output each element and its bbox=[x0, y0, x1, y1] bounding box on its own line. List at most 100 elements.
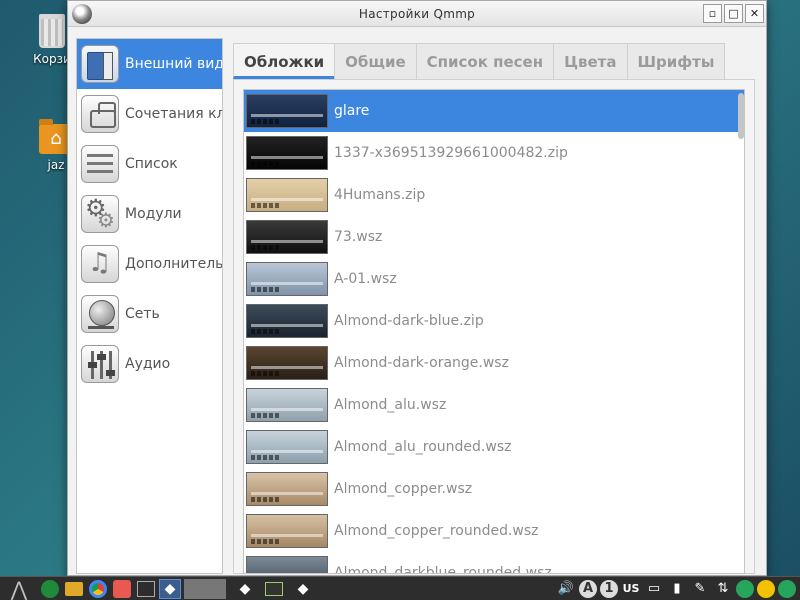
skin-thumbnail bbox=[246, 304, 328, 338]
taskbar-task-empty[interactable] bbox=[184, 578, 226, 599]
skin-thumbnail bbox=[246, 472, 328, 506]
qmmp-icon: ◆ bbox=[239, 580, 251, 597]
skin-thumbnail bbox=[246, 262, 328, 296]
terminal-window-icon bbox=[265, 581, 283, 596]
sidebar-item-label: Сеть bbox=[125, 306, 160, 322]
settings-sidebar: Внешний вид Сочетания клавиш Список Моду… bbox=[76, 38, 223, 574]
taskbar-task-qmmp[interactable]: ◆ bbox=[234, 579, 256, 599]
show-desktop-icon bbox=[137, 580, 155, 597]
sidebar-item-network[interactable]: Сеть bbox=[77, 289, 222, 339]
skin-thumbnail bbox=[246, 388, 328, 422]
skin-row[interactable]: glare bbox=[244, 90, 744, 132]
skin-row[interactable]: Almond_copper.wsz bbox=[244, 468, 744, 510]
taskbar: ⋀ ◆ ◆ ◆ 🔊 A 1 US ▭ ▮ ✎ ⇅ bbox=[0, 576, 800, 600]
tray-badge-a[interactable]: A bbox=[579, 579, 597, 598]
skin-name: Almond_alu.wsz bbox=[334, 397, 447, 413]
paint-icon bbox=[113, 579, 131, 598]
skin-name: Almond_darkblue_rounded.wsz bbox=[334, 565, 552, 574]
close-button[interactable]: ✕ bbox=[745, 4, 764, 23]
show-desktop-button[interactable] bbox=[135, 579, 157, 599]
skin-row[interactable]: 73.wsz bbox=[244, 216, 744, 258]
skin-name: 4Humans.zip bbox=[334, 187, 426, 203]
file-manager-icon bbox=[65, 581, 83, 596]
tab-general[interactable]: Общие bbox=[334, 43, 417, 79]
skin-thumbnail bbox=[246, 178, 328, 212]
maximize-button[interactable]: □ bbox=[724, 4, 743, 23]
tab-playlist[interactable]: Список песен bbox=[415, 43, 555, 79]
qmmp-app-icon[interactable] bbox=[72, 4, 92, 24]
playlist-icon bbox=[81, 145, 119, 183]
taskbar-task-qmmp-settings[interactable]: ◆ bbox=[159, 578, 181, 599]
title-bar[interactable]: Настройки Qmmp ▫ □ ✕ bbox=[68, 1, 766, 27]
tab-fonts[interactable]: Шрифты bbox=[626, 43, 726, 79]
sidebar-item-label: Сочетания клавиш bbox=[125, 106, 222, 122]
skin-list-scrollbar[interactable] bbox=[738, 93, 744, 139]
sidebar-item-label: Список bbox=[125, 156, 178, 172]
settings-tabs: Обложки Общие Список песен Цвета Шрифты bbox=[233, 43, 726, 79]
settings-window: Настройки Qmmp ▫ □ ✕ Внешний вид Сочетан… bbox=[67, 0, 767, 576]
appearance-icon bbox=[81, 45, 119, 83]
chrome-launcher[interactable] bbox=[87, 579, 109, 599]
qmmp-task-icon: ◆ bbox=[164, 580, 176, 597]
skin-row[interactable]: Almond-dark-blue.zip bbox=[244, 300, 744, 342]
network-icon bbox=[81, 295, 119, 333]
skin-row[interactable]: Almond-dark-orange.wsz bbox=[244, 342, 744, 384]
battery-icon[interactable]: ▮ bbox=[667, 579, 687, 599]
taskbar-task-terminal[interactable] bbox=[263, 579, 285, 599]
sidebar-item-audio[interactable]: Аудио bbox=[77, 339, 222, 389]
clipboard-icon[interactable]: ✎ bbox=[690, 579, 710, 599]
taskbar-task-qmmp-2[interactable]: ◆ bbox=[292, 579, 314, 599]
plugins-icon bbox=[81, 195, 119, 233]
minimize-button[interactable]: ▫ bbox=[703, 4, 722, 23]
network-tray-icon[interactable]: ⇅ bbox=[713, 579, 733, 599]
audio-icon bbox=[81, 345, 119, 383]
skin-row[interactable]: A-01.wsz bbox=[244, 258, 744, 300]
keyboard-layout-indicator[interactable]: US bbox=[621, 579, 641, 599]
sidebar-item-appearance[interactable]: Внешний вид bbox=[77, 39, 222, 89]
tab-skins[interactable]: Обложки bbox=[233, 43, 336, 79]
skin-row[interactable]: Almond_alu.wsz bbox=[244, 384, 744, 426]
skin-thumbnail bbox=[246, 136, 328, 170]
terminal-icon bbox=[41, 579, 59, 598]
sidebar-item-playlist[interactable]: Список bbox=[77, 139, 222, 189]
sidebar-item-label: Внешний вид bbox=[125, 56, 223, 72]
skin-name: glare bbox=[334, 103, 370, 119]
skin-thumbnail bbox=[246, 514, 328, 548]
skin-row[interactable]: 1337-x369513929661000482.zip bbox=[244, 132, 744, 174]
trash-icon bbox=[39, 14, 65, 48]
updates-icon[interactable] bbox=[757, 579, 775, 598]
skin-list[interactable]: glare 1337-x369513929661000482.zip 4Huma… bbox=[243, 89, 745, 574]
skin-thumbnail bbox=[246, 220, 328, 254]
system-tray: 🔊 A 1 US ▭ ▮ ✎ ⇅ bbox=[556, 579, 800, 599]
qmmp-icon-2: ◆ bbox=[297, 580, 309, 597]
skin-name: Almond_copper.wsz bbox=[334, 481, 473, 497]
skin-row[interactable]: 4Humans.zip bbox=[244, 174, 744, 216]
skin-thumbnail bbox=[246, 556, 328, 573]
skin-name: 73.wsz bbox=[334, 229, 383, 245]
screenshot-icon[interactable]: ▭ bbox=[644, 579, 664, 599]
sidebar-item-label: Дополнительно bbox=[125, 256, 223, 272]
sidebar-item-shortcuts[interactable]: Сочетания клавиш bbox=[77, 89, 222, 139]
skin-name: Almond-dark-blue.zip bbox=[334, 313, 484, 329]
skin-row[interactable]: Almond_darkblue_rounded.wsz bbox=[244, 552, 744, 574]
file-manager-launcher[interactable] bbox=[63, 579, 85, 599]
volume-icon[interactable]: 🔊 bbox=[556, 579, 576, 599]
skin-name: Almond_copper_rounded.wsz bbox=[334, 523, 539, 539]
chrome-icon bbox=[89, 579, 107, 598]
paint-launcher[interactable] bbox=[111, 579, 133, 599]
skin-row[interactable]: Almond_alu_rounded.wsz bbox=[244, 426, 744, 468]
skin-row[interactable]: Almond_copper_rounded.wsz bbox=[244, 510, 744, 552]
tray-badge-1[interactable]: 1 bbox=[600, 579, 618, 598]
tab-colors[interactable]: Цвета bbox=[553, 43, 628, 79]
logout-icon[interactable] bbox=[778, 579, 796, 598]
sidebar-item-label: Аудио bbox=[125, 356, 171, 372]
clock-icon[interactable] bbox=[736, 579, 754, 598]
skin-name: Almond_alu_rounded.wsz bbox=[334, 439, 512, 455]
sidebar-item-label: Модули bbox=[125, 206, 182, 222]
terminal-launcher[interactable] bbox=[39, 579, 61, 599]
sidebar-item-plugins[interactable]: Модули bbox=[77, 189, 222, 239]
shortcuts-icon bbox=[81, 95, 119, 133]
lxde-menu-icon[interactable]: ⋀ bbox=[1, 577, 37, 600]
skin-name: 1337-x369513929661000482.zip bbox=[334, 145, 568, 161]
sidebar-item-advanced[interactable]: Дополнительно bbox=[77, 239, 222, 289]
